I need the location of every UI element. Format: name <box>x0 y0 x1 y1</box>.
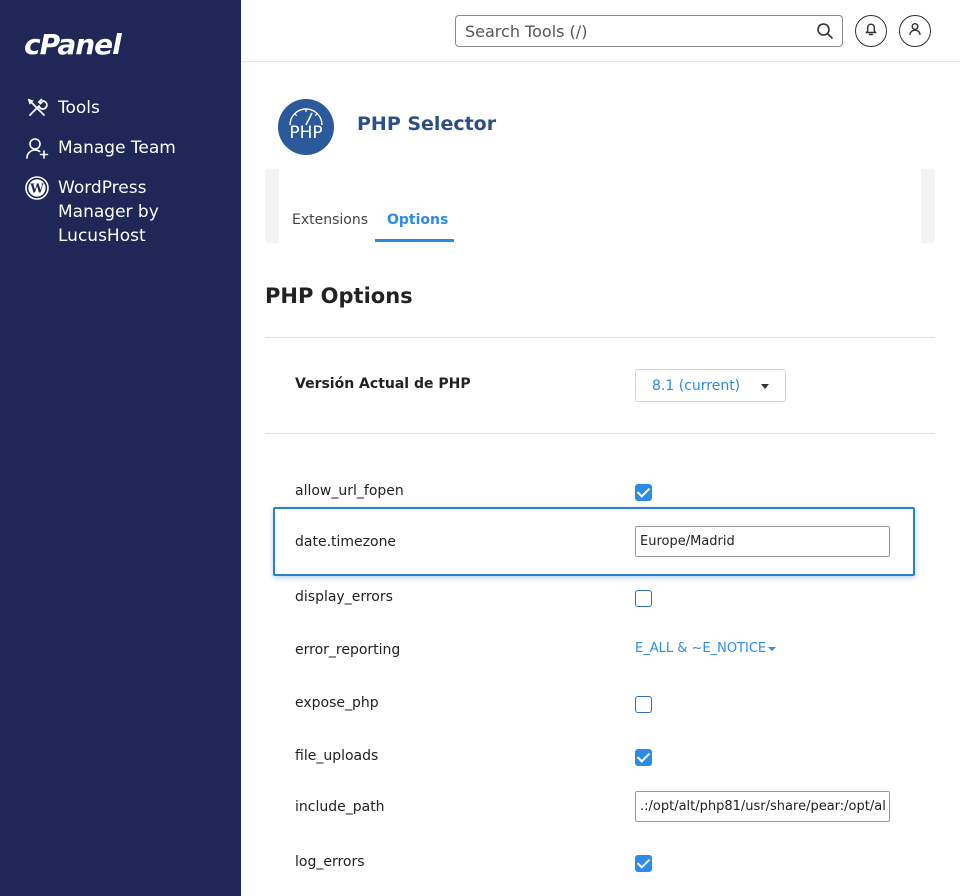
option-label-display-errors: display_errors <box>295 589 393 605</box>
sidebar: cPanel Tools Manage Team W WordPress Man… <box>0 0 241 896</box>
option-label-date-timezone: date.timezone <box>295 534 397 550</box>
divider <box>265 433 935 434</box>
page-title: PHP Selector <box>357 113 497 135</box>
notifications-button[interactable] <box>855 15 887 47</box>
svg-text:PHP: PHP <box>289 123 322 143</box>
search-box[interactable] <box>455 15 843 47</box>
user-plus-icon <box>24 136 50 160</box>
svg-text:W: W <box>29 182 44 196</box>
checkbox-display-errors[interactable] <box>635 590 652 607</box>
include-path-input[interactable] <box>635 791 890 822</box>
caret-down-icon <box>768 646 777 651</box>
error-reporting-value: E_ALL & ~E_NOTICE <box>635 641 767 656</box>
tools-icon <box>24 96 50 120</box>
sidebar-item-label: WordPress Manager by LucusHost <box>58 178 159 246</box>
php-version-select[interactable]: 8.1 (current) <box>635 369 786 402</box>
search-input[interactable] <box>465 21 805 41</box>
checkbox-log-errors[interactable] <box>635 855 652 872</box>
checkbox-expose-php[interactable] <box>635 696 652 713</box>
php-version-label: Versión Actual de PHP <box>295 376 471 392</box>
php-gauge-icon: PHP <box>289 108 323 143</box>
sidebar-item-wordpress-manager[interactable]: W WordPress Manager by LucusHost <box>24 176 224 248</box>
section-title: PHP Options <box>265 284 413 308</box>
option-label-error-reporting: error_reporting <box>295 642 401 658</box>
cpanel-logo[interactable]: cPanel <box>24 28 122 61</box>
option-label-file-uploads: file_uploads <box>295 748 379 764</box>
error-reporting-dropdown[interactable]: E_ALL & ~E_NOTICE <box>635 641 777 656</box>
active-tab-indicator <box>375 239 454 242</box>
sidebar-item-manage-team[interactable]: Manage Team <box>24 136 176 160</box>
php-logo: PHP <box>278 99 334 155</box>
divider <box>265 337 935 338</box>
chevron-down-icon <box>761 384 769 389</box>
sidebar-item-label: Tools <box>58 98 100 118</box>
php-version-value: 8.1 (current) <box>652 377 741 394</box>
tab-extensions[interactable]: Extensions <box>292 212 368 228</box>
tab-options[interactable]: Options <box>387 212 448 228</box>
option-label-allow-url-fopen: allow_url_fopen <box>295 483 404 499</box>
wordpress-icon: W <box>24 176 50 200</box>
checkbox-file-uploads[interactable] <box>635 749 652 766</box>
search-icon[interactable] <box>816 22 834 45</box>
date-timezone-input[interactable] <box>635 526 890 557</box>
user-icon <box>907 21 923 42</box>
option-label-log-errors: log_errors <box>295 854 365 870</box>
user-menu-button[interactable] <box>899 15 931 47</box>
checkbox-allow-url-fopen[interactable] <box>635 484 652 501</box>
option-label-expose-php: expose_php <box>295 695 379 711</box>
sidebar-item-label: Manage Team <box>58 138 176 158</box>
option-label-include-path: include_path <box>295 799 385 815</box>
tabs-container: Extensions Options <box>265 169 935 243</box>
bell-icon <box>863 21 879 42</box>
sidebar-item-tools[interactable]: Tools <box>24 96 100 120</box>
